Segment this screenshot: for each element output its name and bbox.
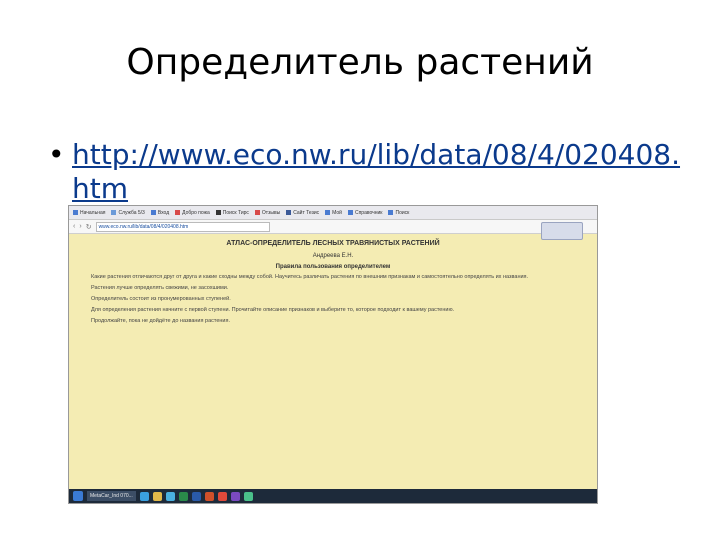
bookmark-label: Поиск — [395, 209, 410, 216]
page-title: АТЛАС-ОПРЕДЕЛИТЕЛЬ ЛЕСНЫХ ТРАВЯНИСТЫХ РА… — [226, 240, 440, 247]
bookmark-item[interactable]: Справочник — [347, 209, 383, 216]
source-link[interactable]: http://www.eco.nw.ru/lib/data/08/4/02040… — [72, 138, 692, 206]
bookmark-label: Начальная — [80, 209, 106, 216]
bookmark-icon — [286, 210, 292, 215]
bookmark-icon — [175, 210, 181, 215]
app-icon[interactable] — [230, 491, 240, 501]
url-field[interactable]: www.eco.nw.ru/lib/data/08/4/020408.htm — [95, 221, 270, 232]
bookmark-label: Вход — [157, 209, 170, 216]
browser-screenshot: Начальная Служба 5/3 Вход Добро пожа Поиск Т… — [68, 205, 598, 504]
bookmark-icon — [388, 210, 394, 215]
page-paragraph: Какие растения отличаются друг от друга … — [91, 274, 529, 280]
bookmark-item[interactable]: Сайт Тезис — [286, 210, 319, 216]
page-paragraph: Определитель состоит из пронумерованных … — [91, 296, 231, 302]
bookmark-icon — [325, 210, 331, 215]
powerpoint-icon[interactable] — [204, 491, 214, 501]
bookmark-label: Сайт Тезис — [293, 209, 320, 216]
bookmark-item[interactable]: Добро пожа — [175, 210, 210, 216]
bookmark-label: Отзывы — [261, 209, 281, 216]
reload-icon[interactable]: ↻ — [86, 223, 92, 231]
address-bar: ‹ › ↻ www.eco.nw.ru/lib/data/08/4/020408… — [69, 220, 597, 234]
bookmark-icon — [347, 210, 353, 215]
bookmarks-bar: Начальная Служба 5/3 Вход Добро пожа Поиск Т… — [69, 206, 597, 220]
rules-heading: Правила пользования определителем — [275, 264, 391, 270]
bookmark-item[interactable]: Поиск Тирс — [215, 209, 249, 216]
bookmark-item[interactable]: Служба 5/3 — [111, 209, 145, 216]
page-paragraph: Продолжайте, пока не дойдёте до названия… — [91, 318, 231, 324]
bookmark-item[interactable]: Поиск — [388, 210, 409, 216]
store-icon[interactable] — [165, 491, 175, 501]
bookmark-item[interactable]: Начальная — [73, 210, 105, 216]
page-author: Андреева Е.Н. — [312, 253, 354, 259]
bookmark-item[interactable]: Мой — [325, 210, 342, 216]
slide-title: Определитель растений — [126, 42, 594, 83]
taskbar: MetaCar_Ind 070... — [69, 489, 597, 503]
forward-icon[interactable]: › — [79, 223, 81, 230]
ie-icon[interactable] — [139, 491, 149, 501]
bookmark-label: Добро пожа — [182, 209, 210, 216]
start-button-icon[interactable] — [73, 491, 83, 501]
bookmark-icon — [150, 210, 156, 215]
bookmark-icon — [254, 210, 260, 215]
bookmark-label: Мой — [332, 209, 342, 216]
bookmark-icon — [73, 210, 78, 215]
bookmark-item[interactable]: Вход — [150, 209, 170, 216]
app2-icon[interactable] — [243, 491, 253, 501]
word-icon[interactable] — [191, 491, 201, 501]
bookmark-label: Поиск Тирс — [222, 209, 249, 216]
bullet-marker: • — [48, 138, 65, 171]
page-paragraph: Для определения растения начните с перво… — [91, 307, 455, 313]
bookmark-label: Служба 5/3 — [118, 209, 145, 216]
bookmark-icon — [111, 210, 117, 215]
page-paragraph: Растения лучше определять свежими, не за… — [91, 285, 229, 291]
chrome-icon[interactable] — [217, 491, 227, 501]
bookmark-icon — [215, 210, 221, 215]
excel-icon[interactable] — [178, 491, 188, 501]
back-icon[interactable]: ‹ — [73, 223, 75, 230]
explorer-icon[interactable] — [152, 491, 162, 501]
taskbar-app[interactable]: MetaCar_Ind 070... — [87, 491, 136, 501]
web-page-content: АТЛАС-ОПРЕДЕЛИТЕЛЬ ЛЕСНЫХ ТРАВЯНИСТЫХ РА… — [69, 234, 597, 489]
bookmark-item[interactable]: Отзывы — [254, 209, 281, 216]
bookmark-label: Справочник — [354, 209, 383, 216]
